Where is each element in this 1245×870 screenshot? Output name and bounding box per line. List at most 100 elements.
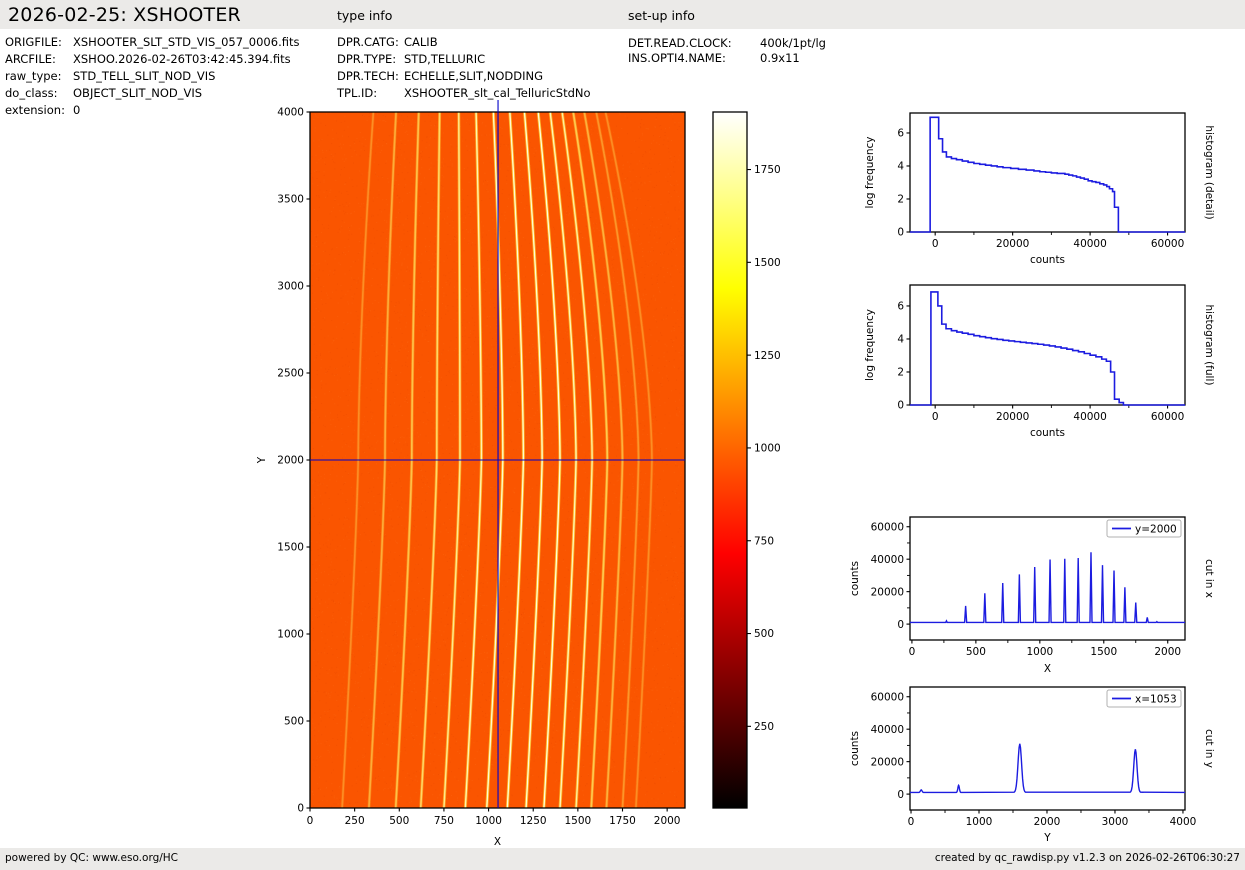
colorbar-tick-label: 1750 [754, 164, 781, 176]
y-tick-label: 60000 [871, 521, 904, 533]
y-tick-label: 500 [284, 716, 304, 728]
x-tick-label: 2000 [654, 815, 681, 827]
colorbar-tick-label: 1500 [754, 257, 781, 269]
x-tick-label: 1500 [564, 815, 591, 827]
file-metadata-block: ORIGFILE: XSHOOTER_SLT_STD_VIS_057_0006.f… [5, 34, 299, 119]
cut_x-legend: y=2000 [1107, 520, 1181, 537]
meta-value: XSHOOTER_SLT_STD_VIS_057_0006.fits [73, 35, 299, 49]
meta-value: 0.9x11 [760, 51, 800, 65]
hist_detail-ylabel: log frequency [864, 136, 876, 208]
x-tick-label: 1500 [1090, 646, 1117, 658]
x-tick-label: 1000 [966, 816, 993, 828]
colorbar-tick-label: 750 [754, 535, 774, 547]
meta-row: ORIGFILE: XSHOOTER_SLT_STD_VIS_057_0006.f… [5, 34, 299, 51]
x-tick-label: 3000 [1102, 816, 1129, 828]
y-tick-label: 3000 [277, 281, 304, 293]
x-tick-label: 2000 [1154, 646, 1181, 658]
x-tick-label: 0 [932, 238, 939, 250]
meta-value: ECHELLE,SLIT,NODDING [404, 69, 543, 83]
colorbar-tick-label: 1000 [754, 443, 781, 455]
footer-powered-by: powered by QC: www.eso.org/HC [5, 852, 178, 864]
y-tick-label: 0 [897, 619, 904, 631]
meta-label: ORIGFILE: [5, 34, 73, 51]
meta-label: ARCFILE: [5, 51, 73, 68]
hist_full-axes: 0 20000 40000 60000 0 2 4 6 counts log frequency h… [864, 285, 1215, 439]
raw_frame-xlabel: X [494, 836, 501, 848]
meta-value: 400k/1pt/lg [760, 36, 826, 50]
meta-label: DPR.TYPE: [337, 51, 404, 68]
x-tick-label: 0 [908, 816, 915, 828]
cut_x-axes: 0 500 1000 1500 20000200004000060000Xcounts c… [849, 517, 1215, 675]
cut_x-series [910, 552, 1185, 622]
x-tick-label: 40000 [1073, 411, 1106, 423]
meta-value: STD,TELLURIC [404, 52, 485, 66]
x-tick-label: 60000 [1151, 238, 1184, 250]
y-tick-label: 0 [297, 803, 304, 815]
meta-row: DPR.TECH: ECHELLE,SLIT,NODDING [337, 68, 591, 85]
meta-value: STD_TELL_SLIT_NOD_VIS [73, 69, 215, 83]
hist_detail-series [910, 117, 1185, 232]
meta-row: ARCFILE: XSHOO.2026-02-26T03:42:45.394.fi… [5, 51, 299, 68]
colorbar: 250 500 750 1000 1250 1500 1750 [713, 112, 781, 808]
qc-report-page: 2026-02-25: XSHOOTER type info set-up in… [0, 0, 1245, 870]
hist_full-series [910, 292, 1185, 405]
x-tick-label: 750 [434, 815, 454, 827]
hist_full-right-label: histogram (full) [1203, 305, 1215, 386]
x-tick-label: 0 [307, 815, 314, 827]
x-tick-label: 60000 [1151, 411, 1184, 423]
y-tick-label: 4 [897, 161, 904, 173]
meta-row: extension: 0 [5, 102, 299, 119]
meta-value: 0 [73, 103, 80, 117]
meta-row: DET.READ.CLOCK: 400k/1pt/lg [628, 36, 826, 51]
cut_y-axes: 0 1000 2000 3000 40000200004000060000Ycounts… [849, 687, 1215, 844]
cut_y-series [910, 744, 1185, 793]
cut_x-xlabel: X [1044, 663, 1051, 675]
hist_full-ylabel: log frequency [864, 309, 876, 381]
x-tick-label: 4000 [1170, 816, 1197, 828]
setup-info-block: DET.READ.CLOCK: 400k/1pt/lg INS.OPTI4.NAME… [628, 36, 826, 66]
y-tick-label: 0 [897, 227, 904, 239]
y-tick-label: 1500 [277, 542, 304, 554]
y-tick-label: 40000 [871, 724, 904, 736]
y-tick-label: 3500 [277, 194, 304, 206]
y-tick-label: 20000 [871, 586, 904, 598]
meta-value: XSHOO.2026-02-26T03:42:45.394.fits [73, 52, 291, 66]
x-tick-label: 2000 [1034, 816, 1061, 828]
meta-label: do_class: [5, 85, 73, 102]
y-tick-label: 1000 [277, 629, 304, 641]
cut_y-ylabel: counts [849, 731, 861, 766]
cut_x-legend-label: y=2000 [1135, 524, 1177, 536]
y-tick-label: 4 [897, 334, 904, 346]
type-info-block: DPR.CATG: CALIB DPR.TYPE: STD,TELLURIC DPR.T… [337, 34, 591, 102]
colorbar-tick-label: 250 [754, 721, 774, 733]
hist_full-xlabel: counts [1030, 427, 1065, 439]
x-tick-label: 0 [932, 411, 939, 423]
x-tick-label: 20000 [996, 238, 1029, 250]
x-tick-label: 500 [966, 646, 986, 658]
raw-frame-image [310, 112, 685, 808]
meta-label: DET.READ.CLOCK: [628, 36, 760, 51]
meta-row: raw_type: STD_TELL_SLIT_NOD_VIS [5, 68, 299, 85]
y-tick-label: 0 [897, 789, 904, 801]
meta-label: raw_type: [5, 68, 73, 85]
y-tick-label: 2 [897, 194, 904, 206]
colorbar-tick-label: 1250 [754, 350, 781, 362]
y-tick-label: 0 [897, 400, 904, 412]
x-tick-label: 250 [345, 815, 365, 827]
x-tick-label: 1250 [520, 815, 547, 827]
cut_x-ylabel: counts [849, 561, 861, 596]
meta-row: DPR.TYPE: STD,TELLURIC [337, 51, 591, 68]
colorbar-gradient [713, 112, 747, 808]
meta-label: DPR.TECH: [337, 68, 404, 85]
y-tick-label: 2 [897, 367, 904, 379]
page-title: 2026-02-25: XSHOOTER [8, 4, 241, 26]
meta-label: TPL.ID: [337, 85, 404, 102]
meta-label: DPR.CATG: [337, 34, 404, 51]
raw_frame-ylabel: Y [256, 456, 268, 464]
x-tick-label: 1000 [475, 815, 502, 827]
y-tick-label: 20000 [871, 756, 904, 768]
y-tick-label: 40000 [871, 554, 904, 566]
footer-created-by: created by qc_rawdisp.py v1.2.3 on 2026-… [935, 852, 1240, 864]
y-tick-label: 2000 [277, 455, 304, 467]
meta-row: TPL.ID: XSHOOTER_slt_cal_TelluricStdNo [337, 85, 591, 102]
